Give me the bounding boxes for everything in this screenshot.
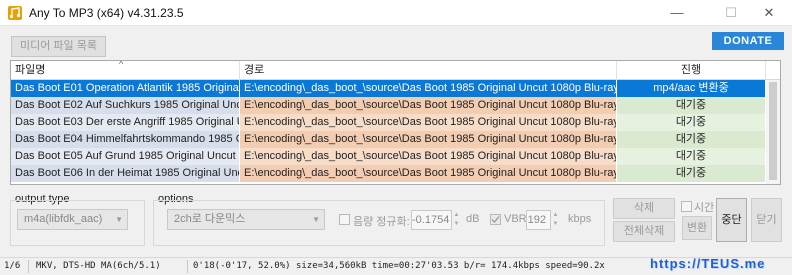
row-path: E:\encoding\_das_boot_\source\Das Boot 1… xyxy=(240,80,617,97)
vertical-scrollbar[interactable] xyxy=(766,80,780,184)
time-checkbox[interactable] xyxy=(681,201,692,212)
row-status: 대기중 xyxy=(617,97,766,114)
donate-button[interactable]: DONATE xyxy=(712,32,784,50)
row-filename: Das Boot E01 Operation Atlantik 1985 Ori… xyxy=(11,80,240,97)
status-divider xyxy=(28,260,29,273)
row-status: 대기중 xyxy=(617,148,766,165)
row-filename: Das Boot E04 Himmelfahrtskommando 1985 O… xyxy=(11,131,240,148)
table-row[interactable]: Das Boot E04 Himmelfahrtskommando 1985 O… xyxy=(11,131,780,148)
row-path: E:\encoding\_das_boot_\source\Das Boot 1… xyxy=(240,165,617,182)
app-icon xyxy=(8,6,22,20)
downmix-select[interactable]: 2ch로 다운믹스 ▼ xyxy=(167,209,325,230)
column-header-path[interactable]: 경로 xyxy=(240,61,617,80)
normalize-checkbox[interactable] xyxy=(339,214,350,225)
minimize-button[interactable]: — xyxy=(654,0,700,26)
normalize-value-input[interactable]: -0.1754 xyxy=(411,210,452,230)
output-format-value: m4a(libfdk_aac) xyxy=(24,213,103,225)
output-format-select[interactable]: m4a(libfdk_aac) ▼ xyxy=(17,209,128,230)
row-path: E:\encoding\_das_boot_\source\Das Boot 1… xyxy=(240,97,617,114)
db-unit-label: dB xyxy=(466,213,480,225)
delete-button[interactable]: 삭제 xyxy=(613,198,675,219)
kbps-unit-label: kbps xyxy=(568,213,592,225)
media-file-list-button[interactable]: 미디어 파일 목록 xyxy=(11,36,106,57)
convert-button[interactable]: 변환 xyxy=(682,216,712,240)
table-row[interactable]: Das Boot E06 In der Heimat 1985 Original… xyxy=(11,165,780,182)
column-header-progress[interactable]: 진행 xyxy=(617,61,766,80)
stop-button[interactable]: 중단 xyxy=(716,198,747,242)
checkmark-icon xyxy=(491,216,500,223)
stream-info: MKV, DTS-HD MA(6ch/5.1) xyxy=(36,261,161,271)
scrollbar-thumb[interactable] xyxy=(769,82,777,180)
file-list-grid[interactable]: 파일명 ^ 경로 진행 Das Boot E01 Operation Atlan… xyxy=(10,60,781,185)
status-divider xyxy=(187,260,188,273)
column-header-filename[interactable]: 파일명 xyxy=(11,61,240,80)
row-filename: Das Boot E06 In der Heimat 1985 Original… xyxy=(11,165,240,182)
row-filename: Das Boot E03 Der erste Angriff 1985 Orig… xyxy=(11,114,240,131)
table-row[interactable]: Das Boot E05 Auf Grund 1985 Original Unc… xyxy=(11,148,780,165)
encode-progress: 0'18(-0'17, 52.0%) size=34,560kB time=00… xyxy=(193,261,605,271)
time-label: 시간 xyxy=(694,202,715,214)
chevron-down-icon: ▼ xyxy=(115,215,123,224)
vbr-value-input[interactable]: 192 xyxy=(526,210,551,230)
vbr-checkbox[interactable] xyxy=(490,214,501,225)
row-path: E:\encoding\_das_boot_\source\Das Boot 1… xyxy=(240,148,617,165)
row-status: 대기중 xyxy=(617,114,766,131)
row-filename: Das Boot E02 Auf Suchkurs 1985 Original … xyxy=(11,97,240,114)
normalize-label: 음량 정규화: xyxy=(353,216,410,228)
file-index: 1/6 xyxy=(4,261,21,271)
row-status: 대기중 xyxy=(617,131,766,148)
watermark: https://TEUS.me xyxy=(650,256,766,271)
row-status: mp4/aac 변환중 xyxy=(617,80,766,97)
normalize-spinner[interactable]: ▲ ▼ xyxy=(452,211,461,229)
vbr-spinner[interactable]: ▲ ▼ xyxy=(551,211,560,229)
close-window-button[interactable]: ✕ xyxy=(746,0,792,26)
row-path: E:\encoding\_das_boot_\source\Das Boot 1… xyxy=(240,114,617,131)
window-title: Any To MP3 (x64) v4.31.23.5 xyxy=(29,6,184,20)
delete-all-button[interactable]: 전체삭제 xyxy=(613,221,675,242)
grid-header: 파일명 ^ 경로 진행 xyxy=(11,61,780,80)
sort-ascending-icon: ^ xyxy=(119,60,124,69)
vbr-label: VBR xyxy=(504,213,527,225)
table-row[interactable]: Das Boot E02 Auf Suchkurs 1985 Original … xyxy=(11,97,780,114)
row-filename: Das Boot E05 Auf Grund 1985 Original Unc… xyxy=(11,148,240,165)
row-status: 대기중 xyxy=(617,165,766,182)
table-row[interactable]: Das Boot E03 Der erste Angriff 1985 Orig… xyxy=(11,114,780,131)
chevron-down-icon: ▼ xyxy=(312,215,320,224)
close-button[interactable]: 닫기 xyxy=(751,198,782,242)
title-bar: Any To MP3 (x64) v4.31.23.5 — ☐ ✕ xyxy=(0,0,792,26)
downmix-value: 2ch로 다운믹스 xyxy=(174,213,246,225)
table-row[interactable]: Das Boot E01 Operation Atlantik 1985 Ori… xyxy=(11,80,780,97)
row-path: E:\encoding\_das_boot_\source\Das Boot 1… xyxy=(240,131,617,148)
